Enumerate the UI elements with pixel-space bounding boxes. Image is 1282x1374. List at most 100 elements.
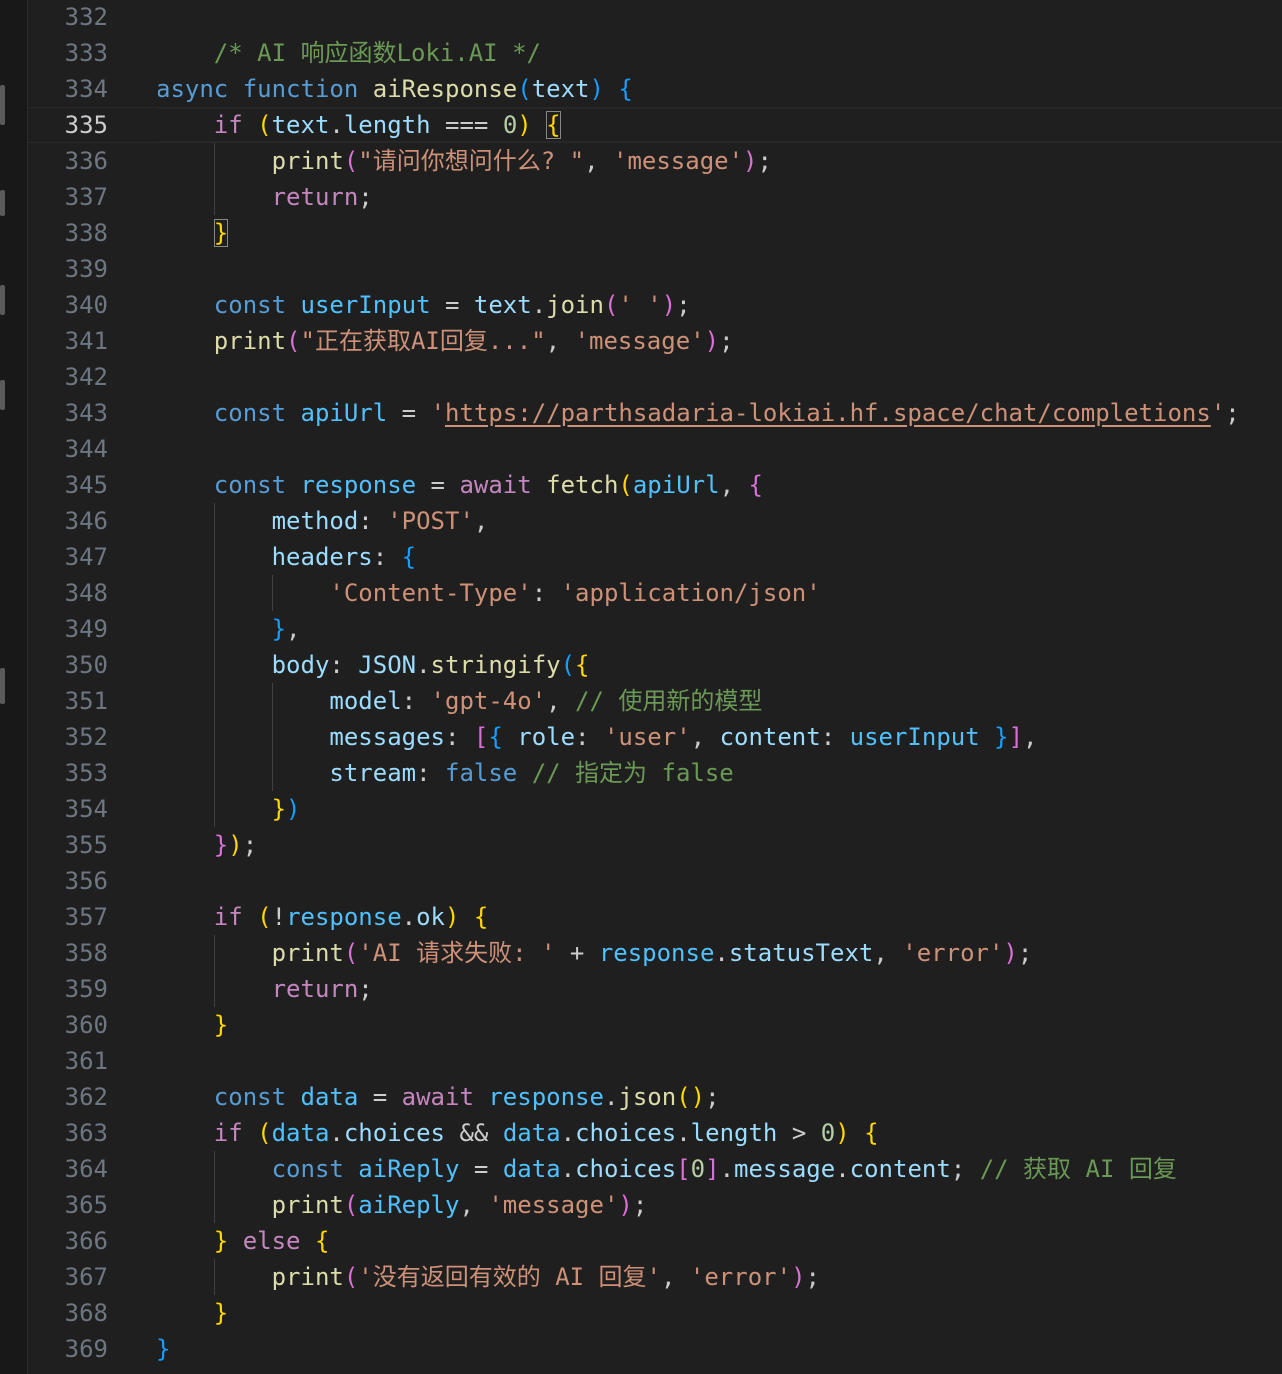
line-number[interactable]: 332 bbox=[28, 0, 108, 35]
code-line[interactable]: 346 method: 'POST', bbox=[28, 503, 1282, 539]
code-line[interactable]: 364 const aiReply = data.choices[0].mess… bbox=[28, 1151, 1282, 1187]
line-number[interactable]: 357 bbox=[28, 899, 108, 935]
line-number[interactable]: 349 bbox=[28, 611, 108, 647]
line-number[interactable]: 368 bbox=[28, 1295, 108, 1331]
line-number[interactable]: 365 bbox=[28, 1187, 108, 1223]
activity-icon[interactable] bbox=[0, 668, 5, 704]
line-number[interactable]: 337 bbox=[28, 179, 108, 215]
line-number[interactable]: 355 bbox=[28, 827, 108, 863]
code-line[interactable]: 345 const response = await fetch(apiUrl,… bbox=[28, 467, 1282, 503]
line-number[interactable]: 343 bbox=[28, 395, 108, 431]
line-content[interactable]: }); bbox=[158, 827, 1282, 863]
code-line[interactable]: 339 bbox=[28, 251, 1282, 287]
line-content[interactable] bbox=[158, 863, 1282, 899]
code-line[interactable]: 352 messages: [{ role: 'user', content: … bbox=[28, 719, 1282, 755]
code-line[interactable]: 344 bbox=[28, 431, 1282, 467]
code-line[interactable]: 334 async function aiResponse(text) { bbox=[28, 71, 1282, 107]
line-number[interactable]: 350 bbox=[28, 647, 108, 683]
line-number[interactable]: 367 bbox=[28, 1259, 108, 1295]
code-line[interactable]: 361 bbox=[28, 1043, 1282, 1079]
code-line[interactable]: 338 } bbox=[28, 215, 1282, 251]
code-line[interactable]: 363 if (data.choices && data.choices.len… bbox=[28, 1115, 1282, 1151]
line-content[interactable]: print("请问你想问什么? ", 'message'); bbox=[158, 143, 1282, 179]
line-number[interactable]: 345 bbox=[28, 467, 108, 503]
line-content[interactable] bbox=[158, 359, 1282, 395]
line-content[interactable]: messages: [{ role: 'user', content: user… bbox=[158, 719, 1282, 755]
line-content[interactable]: } bbox=[158, 1331, 1282, 1367]
line-content[interactable] bbox=[158, 431, 1282, 467]
line-content[interactable]: } bbox=[158, 1295, 1282, 1331]
line-number[interactable]: 342 bbox=[28, 359, 108, 395]
line-number[interactable]: 352 bbox=[28, 719, 108, 755]
line-content[interactable]: const userInput = text.join(' '); bbox=[158, 287, 1282, 323]
code-line[interactable]: 348 'Content-Type': 'application/json' bbox=[28, 575, 1282, 611]
code-line[interactable]: 342 bbox=[28, 359, 1282, 395]
line-content[interactable]: const aiReply = data.choices[0].message.… bbox=[158, 1151, 1282, 1187]
code-line[interactable]: 333 /* AI 响应函数Loki.AI */ bbox=[28, 35, 1282, 71]
line-content[interactable]: return; bbox=[158, 971, 1282, 1007]
activity-icon[interactable] bbox=[0, 380, 5, 410]
line-number[interactable]: 354 bbox=[28, 791, 108, 827]
line-content[interactable]: model: 'gpt-4o', // 使用新的模型 bbox=[158, 683, 1282, 719]
line-number[interactable]: 347 bbox=[28, 539, 108, 575]
line-number[interactable]: 356 bbox=[28, 863, 108, 899]
line-number[interactable]: 346 bbox=[28, 503, 108, 539]
line-content[interactable]: if (!response.ok) { bbox=[158, 899, 1282, 935]
code-line[interactable]: 347 headers: { bbox=[28, 539, 1282, 575]
line-content[interactable]: return; bbox=[158, 179, 1282, 215]
code-line[interactable]: 362 const data = await response.json(); bbox=[28, 1079, 1282, 1115]
code-line[interactable]: 369} bbox=[28, 1331, 1282, 1367]
line-number[interactable]: 363 bbox=[28, 1115, 108, 1151]
line-content[interactable]: if (text.length === 0) { bbox=[158, 107, 1282, 143]
activity-icon[interactable] bbox=[0, 85, 5, 125]
code-line[interactable]: 332 bbox=[28, 0, 1282, 35]
line-number[interactable]: 369 bbox=[28, 1331, 108, 1367]
code-line[interactable]: 335 if (text.length === 0) { bbox=[28, 107, 1282, 143]
line-number[interactable]: 353 bbox=[28, 755, 108, 791]
line-content[interactable] bbox=[158, 0, 1282, 35]
code-line[interactable]: 349 }, bbox=[28, 611, 1282, 647]
line-number[interactable]: 348 bbox=[28, 575, 108, 611]
code-line[interactable]: 343 const apiUrl = 'https://parthsadaria… bbox=[28, 395, 1282, 431]
line-number[interactable]: 360 bbox=[28, 1007, 108, 1043]
line-content[interactable] bbox=[158, 251, 1282, 287]
line-content[interactable]: stream: false // 指定为 false bbox=[158, 755, 1282, 791]
line-content[interactable]: }, bbox=[158, 611, 1282, 647]
line-number[interactable]: 338 bbox=[28, 215, 108, 251]
code-line[interactable]: 357 if (!response.ok) { bbox=[28, 899, 1282, 935]
line-content[interactable]: method: 'POST', bbox=[158, 503, 1282, 539]
line-content[interactable]: print(aiReply, 'message'); bbox=[158, 1187, 1282, 1223]
line-content[interactable] bbox=[158, 1043, 1282, 1079]
code-line[interactable]: 368 } bbox=[28, 1295, 1282, 1331]
line-content[interactable]: } bbox=[158, 1007, 1282, 1043]
code-line[interactable]: 355 }); bbox=[28, 827, 1282, 863]
line-number[interactable]: 335 bbox=[28, 107, 108, 143]
line-content[interactable]: headers: { bbox=[158, 539, 1282, 575]
line-content[interactable]: const apiUrl = 'https://parthsadaria-lok… bbox=[158, 395, 1282, 431]
code-line[interactable]: 360 } bbox=[28, 1007, 1282, 1043]
line-content[interactable]: print('没有返回有效的 AI 回复', 'error'); bbox=[158, 1259, 1282, 1295]
line-number[interactable]: 351 bbox=[28, 683, 108, 719]
line-number[interactable]: 364 bbox=[28, 1151, 108, 1187]
activity-icon[interactable] bbox=[0, 285, 5, 315]
code-line[interactable]: 351 model: 'gpt-4o', // 使用新的模型 bbox=[28, 683, 1282, 719]
line-content[interactable]: 'Content-Type': 'application/json' bbox=[158, 575, 1282, 611]
line-number[interactable]: 358 bbox=[28, 935, 108, 971]
line-content[interactable]: } else { bbox=[158, 1223, 1282, 1259]
code-line[interactable]: 341 print("正在获取AI回复...", 'message'); bbox=[28, 323, 1282, 359]
code-line[interactable]: 356 bbox=[28, 863, 1282, 899]
line-number[interactable]: 340 bbox=[28, 287, 108, 323]
line-number[interactable]: 336 bbox=[28, 143, 108, 179]
line-number[interactable]: 344 bbox=[28, 431, 108, 467]
code-line[interactable]: 358 print('AI 请求失败: ' + response.statusT… bbox=[28, 935, 1282, 971]
line-number[interactable]: 339 bbox=[28, 251, 108, 287]
code-line[interactable]: 350 body: JSON.stringify({ bbox=[28, 647, 1282, 683]
line-number[interactable]: 361 bbox=[28, 1043, 108, 1079]
code-line[interactable]: 354 }) bbox=[28, 791, 1282, 827]
line-content[interactable]: print('AI 请求失败: ' + response.statusText,… bbox=[158, 935, 1282, 971]
line-content[interactable]: } bbox=[158, 215, 1282, 251]
code-line[interactable]: 365 print(aiReply, 'message'); bbox=[28, 1187, 1282, 1223]
line-content[interactable]: if (data.choices && data.choices.length … bbox=[158, 1115, 1282, 1151]
line-content[interactable]: body: JSON.stringify({ bbox=[158, 647, 1282, 683]
code-line[interactable]: 366 } else { bbox=[28, 1223, 1282, 1259]
